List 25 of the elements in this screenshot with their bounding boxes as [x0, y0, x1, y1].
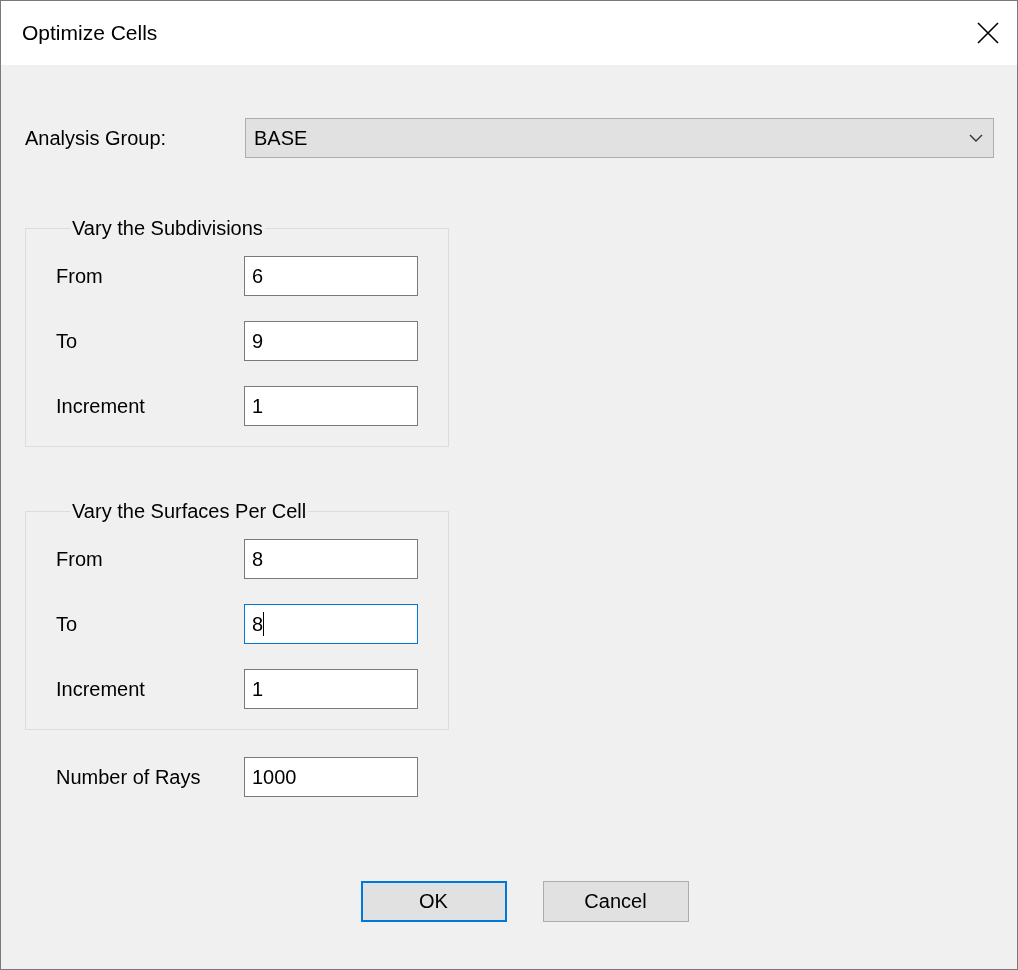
input-field[interactable]: 8	[244, 604, 418, 644]
input-field[interactable]: 8	[244, 539, 418, 579]
input-field[interactable]: 1	[244, 669, 418, 709]
input-field[interactable]: 1	[244, 386, 418, 426]
field-label: From	[56, 547, 104, 571]
field-label: Number of Rays	[56, 765, 202, 789]
window-title: Optimize Cells	[22, 21, 158, 45]
field-label: Analysis Group:	[25, 126, 168, 150]
group-title: Vary the Subdivisions	[71, 218, 264, 238]
group-title: Vary the Surfaces Per Cell	[71, 501, 308, 521]
close-icon	[977, 22, 999, 44]
chevron-down-icon	[969, 134, 983, 142]
field-label: Increment	[56, 394, 146, 418]
input-field[interactable]: 1000	[244, 757, 418, 797]
dropdown[interactable]: BASE	[245, 118, 994, 158]
dialog-button[interactable]: OK	[360, 881, 507, 922]
input-field[interactable]: 6	[244, 256, 418, 296]
field-label: To	[56, 612, 79, 636]
dropdown-value: BASE	[254, 126, 308, 150]
dialog-button[interactable]: Cancel	[542, 881, 689, 922]
field-label: To	[56, 329, 79, 353]
field-label: From	[56, 264, 104, 288]
field-label: Increment	[56, 677, 146, 701]
text-cursor	[263, 612, 265, 636]
input-field[interactable]: 9	[244, 321, 418, 361]
